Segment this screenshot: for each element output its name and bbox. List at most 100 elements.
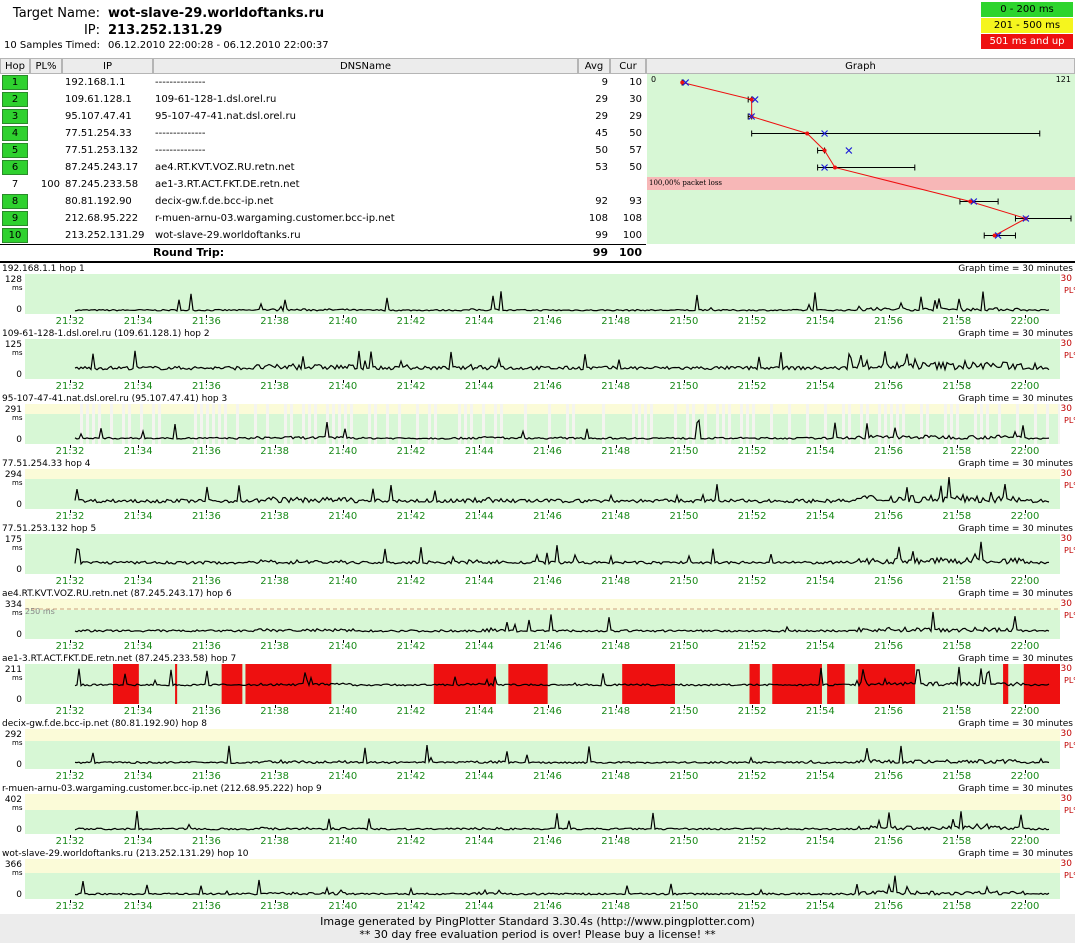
col-graph[interactable]: Graph bbox=[646, 58, 1075, 74]
latency-plot[interactable] bbox=[25, 469, 1060, 509]
time-tick-label: 21:44 bbox=[464, 381, 494, 392]
time-tick-label: 21:42 bbox=[396, 511, 426, 522]
col-dns[interactable]: DNSName bbox=[153, 58, 578, 74]
col-ip[interactable]: IP bbox=[62, 58, 153, 74]
time-tick-label: 21:32 bbox=[55, 901, 85, 912]
time-tick-label: 21:32 bbox=[55, 641, 85, 652]
no-data-stripe bbox=[884, 404, 887, 444]
time-axis: 21:32 21:34 21:36 21:38 21:40 21:42 21:44 21:46… bbox=[25, 445, 1060, 458]
latency-graph-hop-9[interactable]: r-muen-arnu-03.wargaming.customer.bcc-ip… bbox=[0, 783, 1075, 848]
graph-time-label[interactable]: Graph time = 30 minutes bbox=[958, 719, 1073, 729]
hop-avg: 53 bbox=[595, 162, 608, 173]
hop-dns-name: decix-gw.f.de.bcc-ip.net bbox=[155, 196, 274, 207]
latency-graph-hop-1[interactable]: 192.168.1.1 hop 1 Graph time = 30 minutes… bbox=[0, 263, 1075, 328]
time-tick-label: 21:48 bbox=[601, 381, 631, 392]
latency-graph-hop-5[interactable]: 77.51.253.132 hop 5 Graph time = 30 minut… bbox=[0, 523, 1075, 588]
latency-graph-hop-6[interactable]: ae4.RT.KVT.VOZ.RU.retn.net (87.245.243.1… bbox=[0, 588, 1075, 653]
graph-time-label[interactable]: Graph time = 30 minutes bbox=[958, 459, 1073, 469]
latency-graph-hop-8[interactable]: decix-gw.f.de.bcc-ip.net (80.81.192.90) … bbox=[0, 718, 1075, 783]
table-row[interactable]: 3 95.107.47.41 95-107-47-41.nat.dsl.orel.r… bbox=[0, 108, 646, 125]
time-axis: 21:32 21:34 21:36 21:38 21:40 21:42 21:44 21:46… bbox=[25, 770, 1060, 783]
graph-time-label[interactable]: Graph time = 30 minutes bbox=[958, 524, 1073, 534]
latency-trace-svg bbox=[74, 291, 1050, 313]
table-row[interactable]: 9 212.68.95.222 r-muen-arnu-03.wargaming.c… bbox=[0, 210, 646, 227]
time-tick-label: 21:46 bbox=[533, 511, 562, 522]
latency-graph-hop-2[interactable]: 109-61-128-1.dsl.orel.ru (109.61.128.1) … bbox=[0, 328, 1075, 393]
pl-axis-max: 30 bbox=[1060, 469, 1072, 479]
time-axis: 21:32 21:34 21:36 21:38 21:40 21:42 21:44 21:46… bbox=[25, 900, 1060, 913]
time-tick-label: 21:32 bbox=[55, 836, 85, 847]
graph-time-label[interactable]: Graph time = 30 minutes bbox=[958, 784, 1073, 794]
time-tick-label: 21:58 bbox=[942, 901, 972, 912]
graph-time-label[interactable]: Graph time = 30 minutes bbox=[958, 264, 1073, 274]
time-tick-label: 21:54 bbox=[805, 381, 835, 392]
time-tick-label: 21:54 bbox=[805, 901, 835, 912]
graph-time-label[interactable]: Graph time = 30 minutes bbox=[958, 394, 1073, 404]
latency-plot[interactable] bbox=[25, 274, 1060, 314]
col-cur[interactable]: Cur bbox=[610, 58, 646, 74]
time-tick-label: 22:00 bbox=[1010, 836, 1040, 847]
hop-dns-name: ae1-3.RT.ACT.FKT.DE.retn.net bbox=[155, 179, 300, 190]
time-axis: 21:32 21:34 21:36 21:38 21:40 21:42 21:44 21:46… bbox=[25, 315, 1060, 328]
time-tick-label: 21:40 bbox=[328, 641, 358, 652]
time-tick-label: 21:32 bbox=[55, 316, 85, 327]
latency-plot[interactable] bbox=[25, 404, 1060, 444]
latency-plot[interactable] bbox=[25, 664, 1060, 704]
latency-trace-svg bbox=[74, 875, 1050, 897]
latency-plot[interactable] bbox=[25, 534, 1060, 574]
graph-time-label[interactable]: Graph time = 30 minutes bbox=[958, 329, 1073, 339]
table-row[interactable]: 1 192.168.1.1 -------------- 9 10 bbox=[0, 74, 646, 91]
y-axis-zero: 0 bbox=[16, 305, 22, 315]
time-tick-label: 21:48 bbox=[601, 446, 631, 457]
route-graph[interactable]: 0 121 100,00% packet loss bbox=[647, 74, 1075, 244]
latency-plot[interactable] bbox=[25, 729, 1060, 769]
time-tick-label: 21:52 bbox=[737, 641, 767, 652]
time-tick-label: 21:32 bbox=[55, 771, 85, 782]
table-row[interactable]: 10 213.252.131.29 wot-slave-29.worldoftank… bbox=[0, 227, 646, 244]
threshold-label: 250 ms bbox=[25, 607, 55, 616]
time-axis: 21:32 21:34 21:36 21:38 21:40 21:42 21:44 21:46… bbox=[25, 380, 1060, 393]
hop-number: 7 bbox=[11, 179, 19, 190]
hop-number: 8 bbox=[2, 194, 28, 209]
time-tick-label: 21:40 bbox=[328, 381, 358, 392]
latency-plot[interactable] bbox=[25, 339, 1060, 379]
latency-graph-hop-3[interactable]: 95-107-47-41.nat.dsl.orel.ru (95.107.47.… bbox=[0, 393, 1075, 458]
time-tick-label: 21:50 bbox=[669, 641, 699, 652]
graph-time-label[interactable]: Graph time = 30 minutes bbox=[958, 849, 1073, 859]
time-tick-label: 21:36 bbox=[192, 836, 221, 847]
table-row[interactable]: 7 100 87.245.233.58 ae1-3.RT.ACT.FKT.DE.ret… bbox=[0, 176, 646, 193]
graph-time-label[interactable]: Graph time = 30 minutes bbox=[958, 589, 1073, 599]
hop-dns-name: r-muen-arnu-03.wargaming.customer.bcc-ip… bbox=[155, 213, 395, 224]
latency-plot[interactable] bbox=[25, 859, 1060, 899]
table-row[interactable]: 5 77.51.253.132 -------------- 50 57 bbox=[0, 142, 646, 159]
packet-loss bbox=[30, 210, 60, 227]
time-tick-label: 22:00 bbox=[1010, 446, 1040, 457]
time-tick-label: 21:52 bbox=[737, 836, 767, 847]
graph-time-label[interactable]: Graph time = 30 minutes bbox=[958, 654, 1073, 664]
latency-plot[interactable] bbox=[25, 599, 1060, 639]
latency-graph-hop-4[interactable]: 77.51.254.33 hop 4 Graph time = 30 minute… bbox=[0, 458, 1075, 523]
latency-graph-hop-10[interactable]: wot-slave-29.worldoftanks.ru (213.252.13… bbox=[0, 848, 1075, 913]
latency-plot[interactable] bbox=[25, 794, 1060, 834]
time-tick-label: 21:54 bbox=[805, 511, 835, 522]
time-tick-label: 21:50 bbox=[669, 771, 699, 782]
no-data-stripe bbox=[482, 404, 485, 444]
hop-cur bbox=[612, 176, 642, 193]
time-tick-label: 21:40 bbox=[328, 836, 358, 847]
latency-graph-hop-7[interactable]: ae1-3.RT.ACT.FKT.DE.retn.net (87.245.233… bbox=[0, 653, 1075, 718]
col-hop[interactable]: Hop bbox=[0, 58, 30, 74]
hop-ip: 213.252.131.29 bbox=[65, 230, 145, 241]
table-row[interactable]: 6 87.245.243.17 ae4.RT.KVT.VOZ.RU.retn.net… bbox=[0, 159, 646, 176]
packet-loss bbox=[30, 193, 60, 210]
col-pl[interactable]: PL% bbox=[30, 58, 62, 74]
table-row[interactable]: 8 80.81.192.90 decix-gw.f.de.bcc-ip.net 92 9… bbox=[0, 193, 646, 210]
latency-trace-svg bbox=[74, 541, 1050, 566]
table-row[interactable]: 4 77.51.254.33 -------------- 45 50 bbox=[0, 125, 646, 142]
time-tick-label: 21:38 bbox=[260, 446, 290, 457]
packet-loss-region bbox=[1023, 664, 1060, 704]
time-tick-label: 21:38 bbox=[260, 771, 290, 782]
no-data-stripe bbox=[926, 404, 929, 444]
table-row[interactable]: 2 109.61.128.1 109-61-128-1.dsl.orel.ru 29 3… bbox=[0, 91, 646, 108]
hop-avg: 50 bbox=[595, 145, 608, 156]
col-avg[interactable]: Avg bbox=[578, 58, 610, 74]
